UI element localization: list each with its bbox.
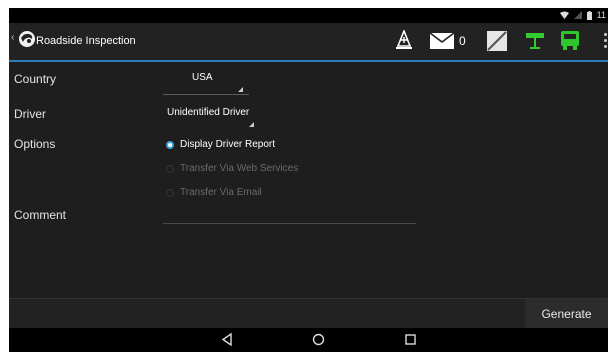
back-nav-icon[interactable] <box>221 333 233 346</box>
inspection-icon[interactable] <box>396 30 412 50</box>
mail-icon[interactable] <box>430 33 454 49</box>
generate-button[interactable]: Generate <box>525 299 608 329</box>
options-label: Options <box>14 137 56 151</box>
status-bar: 11 <box>9 8 608 23</box>
radio-unselected-icon <box>166 188 174 197</box>
radio-transfer-email[interactable]: Transfer Via Email <box>166 187 262 198</box>
country-value: USA <box>192 72 213 83</box>
recents-nav-icon[interactable] <box>405 334 416 345</box>
radio-selected-icon <box>166 140 174 149</box>
driver-select[interactable]: Unidentified Driver <box>163 107 259 127</box>
radio-unselected-icon <box>166 164 174 173</box>
signal-icon <box>573 11 582 19</box>
mail-count: 0 <box>459 34 466 48</box>
dropdown-arrow-icon <box>238 87 243 92</box>
status-icon[interactable] <box>487 31 507 51</box>
radio-transfer-web-services[interactable]: Transfer Via Web Services <box>166 163 298 174</box>
app-screen: 11 ‹ Roadside Inspection 0 Country USA D… <box>9 8 608 352</box>
driver-label: Driver <box>14 107 46 121</box>
country-select[interactable]: USA <box>163 72 249 95</box>
clock: 11 <box>596 10 606 20</box>
home-nav-icon[interactable] <box>312 333 325 346</box>
app-title: Roadside Inspection <box>36 35 136 47</box>
wifi-icon <box>559 11 569 19</box>
radio-display-driver-report[interactable]: Display Driver Report <box>166 139 275 150</box>
app-logo-icon[interactable] <box>17 29 37 49</box>
back-icon[interactable]: ‹ <box>11 32 14 43</box>
overflow-menu-icon[interactable] <box>604 33 608 48</box>
bottom-bar: Generate <box>9 298 608 329</box>
battery-icon <box>586 10 592 20</box>
connection-icon[interactable] <box>526 32 544 50</box>
driver-value: Unidentified Driver <box>167 107 250 118</box>
comment-input[interactable] <box>163 223 416 224</box>
country-label: Country <box>14 72 57 86</box>
system-nav-bar <box>9 328 608 352</box>
comment-label: Comment <box>14 208 67 222</box>
action-bar: ‹ Roadside Inspection 0 <box>9 23 608 62</box>
vehicle-icon[interactable] <box>561 31 579 51</box>
dropdown-arrow-icon <box>249 122 254 127</box>
